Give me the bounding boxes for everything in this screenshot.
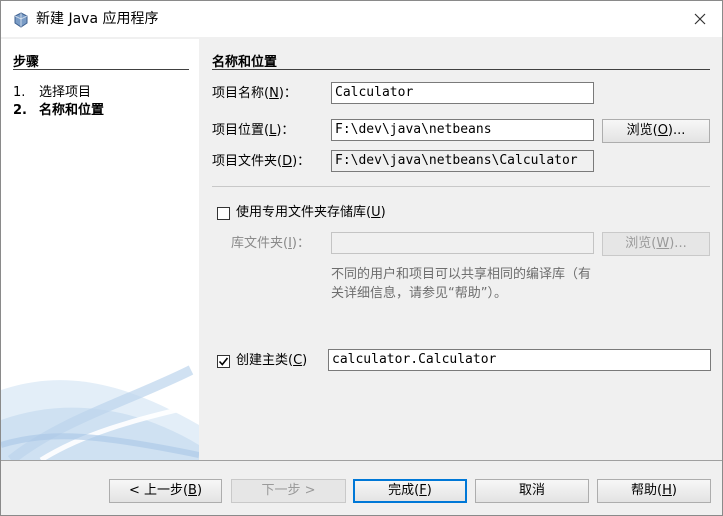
create-main-class-label: 创建主类(C) <box>236 353 308 368</box>
checkmark-icon <box>218 357 229 366</box>
new-java-application-dialog: 新建 Java 应用程序 步骤 1. 选择项目 2. 名称和位置 名称和位置 项目名… <box>0 0 723 516</box>
step-item-choose-project: 1. 选择项目 <box>13 81 91 100</box>
library-folder-label: 库文件夹(I)： <box>231 236 310 251</box>
project-folder-field[interactable]: F:\dev\java\netbeans\Calculator <box>331 150 594 172</box>
shared-libraries-help-text: 不同的用户和项目可以共享相同的编译库（有关详细信息，请参见“帮助”）。 <box>331 267 592 301</box>
decorative-swoosh-graphic <box>1 365 199 460</box>
step-number: 2. <box>13 103 27 118</box>
finish-button[interactable]: 完成(F) <box>353 479 467 503</box>
next-button[interactable]: 下一步 > <box>231 479 346 503</box>
form-panel: 名称和位置 项目名称(N)： Calculator 项目位置(L)： F:\de… <box>200 39 722 460</box>
back-button[interactable]: < 上一步(B) <box>109 479 222 503</box>
create-main-class-checkbox[interactable] <box>217 355 230 368</box>
project-location-input[interactable]: F:\dev\java\netbeans <box>331 119 594 141</box>
step-number: 1. <box>13 85 26 100</box>
library-folder-input[interactable] <box>331 232 594 254</box>
help-button[interactable]: 帮助(H) <box>597 479 711 503</box>
divider <box>1 460 722 461</box>
project-folder-label: 项目文件夹(D)： <box>212 154 311 169</box>
browse-library-button[interactable]: 浏览(W)... <box>602 232 710 256</box>
title-bar: 新建 Java 应用程序 <box>1 1 722 37</box>
main-class-input[interactable]: calculator.Calculator <box>328 349 711 371</box>
step-label: 选择项目 <box>39 85 92 100</box>
project-name-input[interactable]: Calculator <box>331 82 594 104</box>
step-item-name-location: 2. 名称和位置 <box>13 99 104 118</box>
shared-libraries-checkbox[interactable] <box>217 207 230 220</box>
section-title: 名称和位置 <box>212 55 278 70</box>
divider <box>212 186 710 187</box>
close-icon[interactable] <box>686 7 714 31</box>
browse-location-button[interactable]: 浏览(O)... <box>602 119 710 143</box>
project-name-label: 项目名称(N)： <box>212 86 297 101</box>
divider <box>212 69 710 70</box>
steps-panel: 步骤 1. 选择项目 2. 名称和位置 <box>1 39 199 460</box>
cancel-button[interactable]: 取消 <box>475 479 589 503</box>
steps-title: 步骤 <box>13 55 40 70</box>
step-label: 名称和位置 <box>39 103 105 118</box>
java-cup-icon <box>13 12 29 28</box>
window-title: 新建 Java 应用程序 <box>36 11 159 27</box>
project-location-label: 项目位置(L)： <box>212 123 295 138</box>
shared-libraries-label: 使用专用文件夹存储库(U) <box>236 205 386 220</box>
divider <box>13 69 189 70</box>
